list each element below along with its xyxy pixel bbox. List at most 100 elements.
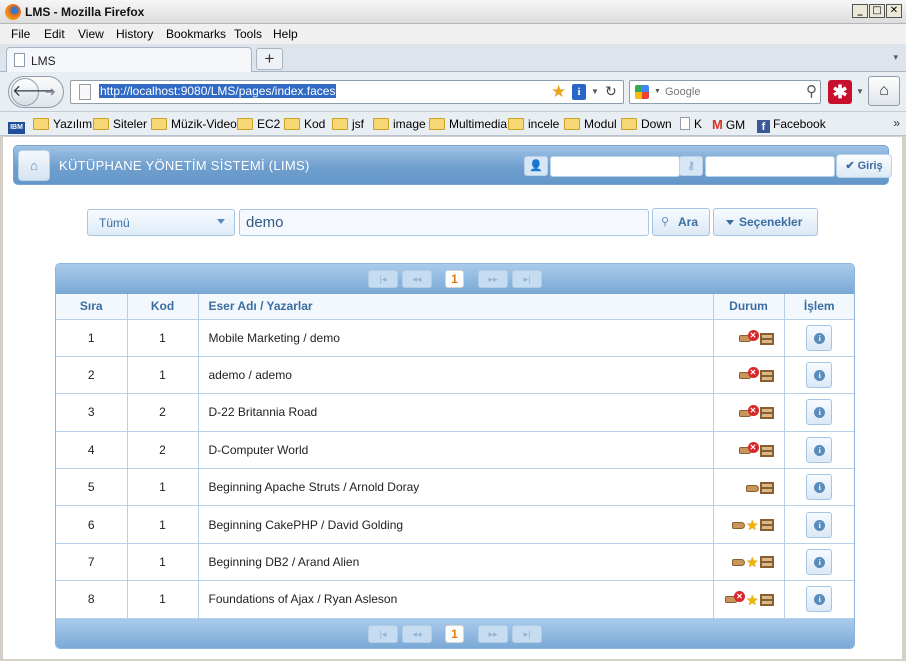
column-header-eser[interactable]: Eser Adı / Yazarlar [197, 294, 714, 320]
folder-icon [284, 118, 300, 130]
forward-arrow-icon[interactable]: ➜ [45, 84, 56, 100]
details-button[interactable]: i [806, 474, 833, 501]
next-page-button[interactable]: ▸▸ [478, 270, 508, 288]
menu-edit[interactable]: Edit [44, 27, 65, 41]
tab-lms[interactable]: LMS [6, 47, 252, 72]
options-button[interactable]: Seçenekler [713, 208, 818, 236]
next-page-button[interactable]: ▸▸ [478, 625, 508, 643]
bookmark-folder[interactable]: Down [621, 117, 672, 131]
first-page-button[interactable]: |◂ [368, 625, 398, 643]
first-page-button[interactable]: |◂ [368, 270, 398, 288]
bookmark-label: incele [528, 117, 560, 131]
column-header-durum[interactable]: Durum [712, 294, 785, 320]
cell-eser: Foundations of Ajax / Ryan Asleson [197, 580, 714, 619]
cell-islem: i [783, 355, 854, 395]
menu-history[interactable]: History [116, 27, 153, 41]
url-bar[interactable]: http://localhost:9080/LMS/pages/index.fa… [70, 80, 624, 104]
maximize-button[interactable]: □ [869, 4, 885, 18]
bookmark-k[interactable]: K [680, 117, 702, 131]
site-identity-icon[interactable] [79, 84, 91, 100]
bookmark-folder[interactable]: Siteler [93, 117, 147, 131]
search-magnifier-icon[interactable]: ⚲ [806, 82, 817, 100]
login-button[interactable]: ✔ Giriş [836, 154, 892, 178]
current-page[interactable]: 1 [445, 270, 464, 288]
bookmark-label: jsf [352, 117, 364, 131]
cell-sira: 5 [56, 468, 128, 507]
login-label: Giriş [857, 160, 883, 172]
table-row: 5 1 Beginning Apache Struts / Arnold Doray… [56, 468, 854, 507]
details-button[interactable]: i [806, 549, 833, 576]
details-button[interactable]: i [806, 586, 833, 613]
close-button[interactable]: ✕ [886, 4, 902, 18]
menu-bookmarks[interactable]: Bookmarks [166, 27, 226, 41]
shelf-icon [759, 444, 774, 457]
bookmark-facebook[interactable]: f Facebook [757, 117, 826, 133]
red-x-icon: ✕ [747, 442, 759, 454]
menu-help[interactable]: Help [273, 27, 298, 41]
column-header-kod[interactable]: Kod [126, 294, 199, 320]
bookmark-gmail[interactable]: M GM [712, 117, 745, 132]
menu-tools[interactable]: Tools [234, 27, 262, 41]
chevron-down-icon [217, 219, 225, 224]
new-tab-button[interactable]: + [256, 48, 283, 70]
bookmark-folder[interactable]: EC2 [237, 117, 280, 131]
menu-file[interactable]: File [11, 27, 30, 41]
key-icon: ⚷ [679, 156, 703, 176]
bookmark-folder[interactable]: Yazılım [33, 117, 92, 131]
details-button[interactable]: i [806, 362, 833, 389]
bookmark-folder[interactable]: Modul [564, 117, 617, 131]
details-button[interactable]: i [806, 324, 833, 351]
info-icon: i [814, 594, 826, 606]
column-header-islem[interactable]: İşlem [783, 294, 854, 320]
table-header-row: Sıra Kod Eser Adı / Yazarlar Durum İşlem [56, 294, 854, 320]
url-text[interactable]: http://localhost:9080/LMS/pages/index.fa… [99, 84, 337, 98]
home-icon[interactable]: ⌂ [18, 150, 50, 181]
info-icon[interactable]: i [572, 84, 586, 100]
google-logo-icon[interactable] [635, 85, 649, 99]
cell-durum: ✕ [712, 355, 785, 395]
bookmark-folder[interactable]: Kod [284, 117, 325, 131]
web-search-box[interactable]: ▼ Google ⚲ [629, 80, 821, 104]
addon-chevron-icon[interactable]: ▼ [856, 87, 864, 96]
cell-durum: ✕ [712, 393, 785, 432]
bookmark-folder[interactable]: incele [508, 117, 559, 131]
details-button[interactable]: i [806, 436, 833, 463]
hand-icon [731, 521, 745, 529]
last-page-button[interactable]: ▸| [512, 270, 542, 288]
table-row: 1 1 Mobile Marketing / demo ✕ i [56, 318, 854, 357]
bookmark-star-icon[interactable]: ★ [551, 82, 566, 102]
back-arrow-icon[interactable]: 🡐 [11, 78, 55, 106]
column-header-sira[interactable]: Sıra [56, 294, 128, 320]
bookmark-ibm[interactable]: IBM [8, 117, 25, 134]
shelf-icon [759, 332, 774, 345]
minimize-button[interactable]: _ [852, 4, 868, 18]
url-history-chevron-icon[interactable]: ▼ [591, 87, 599, 96]
tab-list-chevron-icon[interactable]: ▾ [893, 52, 898, 63]
prev-page-button[interactable]: ◂◂ [402, 270, 432, 288]
category-value: Tümü [99, 216, 130, 230]
details-button[interactable]: i [806, 399, 833, 426]
browser-home-icon[interactable]: ⌂ [868, 76, 900, 106]
password-input[interactable] [705, 156, 835, 177]
category-select[interactable]: Tümü [87, 209, 235, 236]
addon-asterisk-icon[interactable]: ✱ [828, 80, 852, 104]
bookmark-folder[interactable]: jsf [332, 117, 364, 131]
search-engine-chevron-icon[interactable]: ▼ [654, 88, 661, 95]
bookmark-folder[interactable]: Multimedia [429, 117, 507, 131]
back-forward-group: 🡐 ➜ [8, 76, 64, 108]
bookmark-folder[interactable]: Müzik-Video [151, 117, 237, 131]
menu-view[interactable]: View [78, 27, 104, 41]
folder-icon [508, 118, 524, 130]
prev-page-button[interactable]: ◂◂ [402, 625, 432, 643]
reload-icon[interactable]: ↻ [605, 83, 617, 100]
details-button[interactable]: i [806, 511, 833, 538]
search-button[interactable]: ⚲ Ara [652, 208, 710, 236]
username-input[interactable] [550, 156, 680, 177]
window-titlebar: LMS - Mozilla Firefox _ □ ✕ [0, 0, 906, 24]
chevron-down-icon [726, 220, 734, 225]
current-page[interactable]: 1 [445, 625, 464, 643]
last-page-button[interactable]: ▸| [512, 625, 542, 643]
search-input[interactable] [239, 209, 649, 236]
bookmark-folder[interactable]: image [373, 117, 426, 131]
more-bookmarks-chevron-icon[interactable]: » [893, 116, 900, 130]
